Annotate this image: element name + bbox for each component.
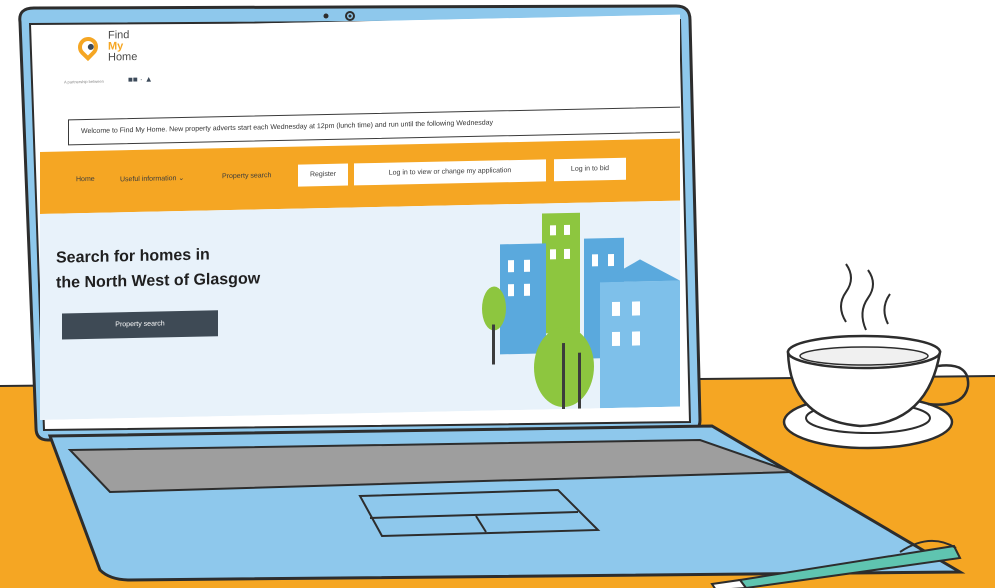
register-button[interactable]: Register: [298, 163, 348, 187]
hero-property-search-button[interactable]: Property search: [62, 310, 218, 340]
login-bid-button[interactable]: Log in to bid: [554, 157, 626, 182]
coffee-cup-icon: [782, 263, 970, 450]
nav-home-link[interactable]: Home: [76, 176, 95, 183]
site-header: Find My Home A partnership between ■■ · …: [40, 14, 680, 117]
city-illustration: [482, 212, 680, 410]
logo-text: Find My Home: [108, 29, 138, 64]
chevron-down-icon: ⌄: [178, 174, 185, 183]
webcam-icon: [323, 13, 329, 19]
login-application-button[interactable]: Log in to view or change my application: [354, 159, 546, 186]
location-pin-icon: [73, 32, 103, 62]
browser-screen: Find My Home A partnership between ■■ · …: [40, 14, 680, 421]
partner-logos: ■■ · ▲: [128, 74, 153, 85]
hero-section: Search for homes in the North West of Gl…: [40, 200, 680, 420]
nav-useful-info-label: Useful information: [120, 175, 177, 184]
nav-property-search-link[interactable]: Property search: [222, 172, 271, 180]
partnership-text: A partnership between: [64, 78, 104, 85]
hero-title: Search for homes in the North West of Gl…: [56, 246, 261, 292]
nav-useful-info-link[interactable]: Useful information ⌄: [120, 174, 184, 183]
site-logo[interactable]: Find My Home: [73, 29, 168, 83]
